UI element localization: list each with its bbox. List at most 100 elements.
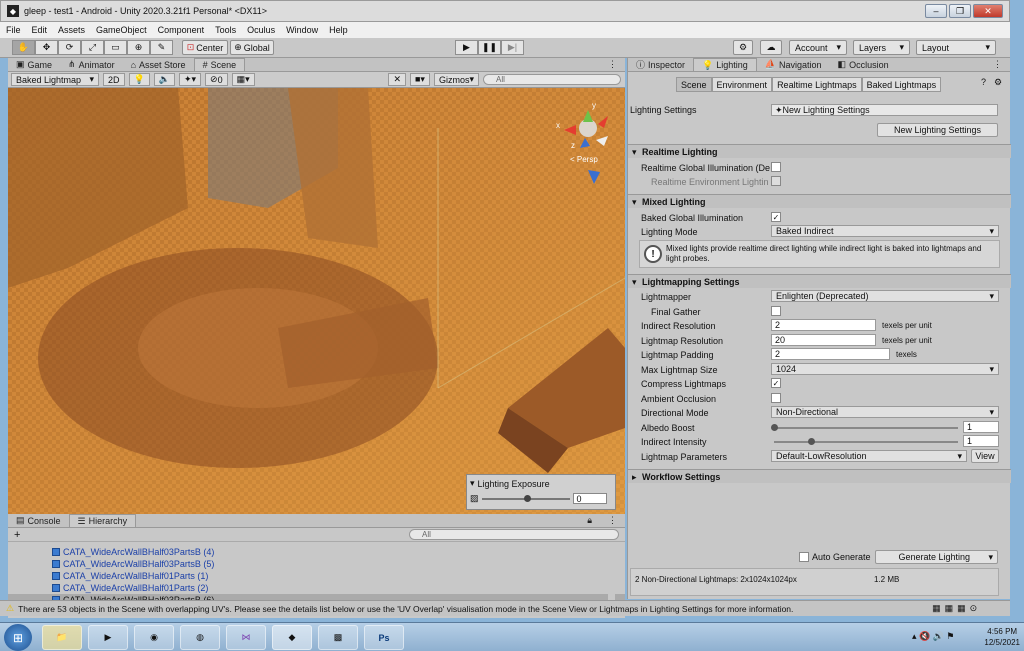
status-icon-1[interactable]: ▦ xyxy=(932,603,941,614)
list-item[interactable]: CATA_WideArcWallBHalf03PartsB (4) xyxy=(8,546,625,558)
compress-lightmaps-checkbox[interactable]: ✓ xyxy=(771,378,781,388)
cloud-icon[interactable]: ☁ xyxy=(760,40,782,55)
menu-component[interactable]: Component xyxy=(158,25,205,35)
albedo-boost-slider[interactable] xyxy=(774,427,958,429)
realtime-gi-checkbox[interactable] xyxy=(771,162,781,172)
unity-taskbar-icon[interactable]: ◆ xyxy=(272,625,312,650)
space-toggle[interactable]: ⊕ Global xyxy=(230,40,274,55)
indirect-intensity-knob[interactable] xyxy=(807,438,815,445)
auto-generate-checkbox[interactable] xyxy=(799,552,809,562)
scene-search-input[interactable]: All xyxy=(483,74,621,85)
maximize-button[interactable]: ❐ xyxy=(949,4,971,18)
section-workflow-settings[interactable]: ▸ Workflow Settings xyxy=(628,469,1011,483)
section-mixed-lighting[interactable]: ▾ Mixed Lighting xyxy=(628,194,1011,208)
media-player-icon[interactable]: ▶ xyxy=(88,625,128,650)
add-button[interactable]: + xyxy=(14,529,20,541)
exposure-slider[interactable] xyxy=(481,494,570,502)
move-tool-icon[interactable]: ✥ xyxy=(35,40,58,55)
grid-toggle-icon[interactable]: ▦▾ xyxy=(231,73,255,86)
tab-console[interactable]: ▤ Console xyxy=(8,514,69,527)
panel-menu-icon[interactable]: ⋮ xyxy=(985,58,1010,71)
close-button[interactable]: ✕ xyxy=(973,4,1003,18)
tab-inspector[interactable]: ⓘ Inspector xyxy=(628,58,693,71)
albedo-boost-field[interactable]: 1 xyxy=(963,421,999,433)
lightmap-padding-field[interactable]: 2 xyxy=(771,348,890,360)
tray-icons[interactable]: ▴ 🔇 🔊 ⚑ xyxy=(912,631,955,642)
lightmap-resolution-field[interactable]: 20 xyxy=(771,334,876,346)
realtime-env-checkbox[interactable] xyxy=(771,176,781,186)
list-item[interactable]: CATA_WideArcWallBHalf03PartsB (5) xyxy=(8,558,625,570)
tab-game[interactable]: ▣ Game xyxy=(8,58,60,71)
photo-viewer-icon[interactable]: ▩ xyxy=(318,625,358,650)
layout-dropdown[interactable]: Layout ▾ xyxy=(916,40,996,55)
panel-menu-icon[interactable]: ⋮ xyxy=(600,514,625,527)
gizmos-dropdown[interactable]: Gizmos ▾ xyxy=(433,73,479,86)
section-realtime-lighting[interactable]: ▾ Realtime Lighting xyxy=(628,144,1011,158)
account-dropdown[interactable]: Account ▾ xyxy=(789,40,847,55)
indirect-intensity-slider[interactable] xyxy=(774,441,958,443)
menu-help[interactable]: Help xyxy=(329,25,348,35)
scene-view[interactable]: y x z < Persp ▾ Lighting Exposure ▨ 0 xyxy=(8,88,625,514)
rect-tool-icon[interactable]: ▭ xyxy=(104,40,127,55)
hand-tool-icon[interactable]: ✋ xyxy=(12,40,35,55)
settings-icon[interactable]: ⚙ xyxy=(994,77,1002,88)
max-lightmap-size-dropdown[interactable]: 1024 ▾ xyxy=(771,363,999,375)
view-parameters-button[interactable]: View xyxy=(971,449,999,463)
panel-menu-icon[interactable]: ⋮ xyxy=(600,58,625,71)
menu-oculus[interactable]: Oculus xyxy=(247,25,275,35)
collab-icon[interactable]: ⚙ xyxy=(733,40,753,55)
help-icon[interactable]: ? xyxy=(981,77,986,87)
pause-button[interactable]: ❚❚ xyxy=(478,40,501,55)
menu-window[interactable]: Window xyxy=(286,25,318,35)
hierarchy-scrollbar[interactable] xyxy=(608,544,615,604)
step-button[interactable]: ▶| xyxy=(501,40,524,55)
rotate-tool-icon[interactable]: ⟳ xyxy=(58,40,81,55)
status-icon-2[interactable]: ▦ xyxy=(945,603,954,614)
final-gather-checkbox[interactable] xyxy=(771,306,781,316)
menu-tools[interactable]: Tools xyxy=(215,25,236,35)
status-bar[interactable]: ⚠ There are 53 objects in the Scene with… xyxy=(0,600,1010,616)
lighting-mode-dropdown[interactable]: Baked Indirect ▾ xyxy=(771,225,999,237)
tab-hierarchy[interactable]: ☰ Hierarchy xyxy=(68,514,137,527)
pivot-toggle[interactable]: ⊡ Center xyxy=(182,40,228,55)
indirect-intensity-field[interactable]: 1 xyxy=(963,435,999,447)
2d-toggle[interactable]: 2D xyxy=(103,73,125,86)
chrome-icon[interactable]: ◉ xyxy=(134,625,174,650)
menu-gameobject[interactable]: GameObject xyxy=(96,25,147,35)
lightmapper-dropdown[interactable]: Enlighten (Deprecated) ▾ xyxy=(771,290,999,302)
exposure-slider-knob[interactable] xyxy=(523,494,531,502)
explorer-icon[interactable]: 📁 xyxy=(42,625,82,650)
menu-assets[interactable]: Assets xyxy=(58,25,85,35)
shading-mode-dropdown[interactable]: Baked Lightmap ▾ xyxy=(11,73,99,86)
list-item[interactable]: CATA_WideArcWallBHalf01Parts (1) xyxy=(8,570,625,582)
baked-gi-checkbox[interactable]: ✓ xyxy=(771,212,781,222)
status-icon-4[interactable]: ⊙ xyxy=(970,603,978,614)
subtab-scene[interactable]: Scene xyxy=(676,77,712,92)
new-lighting-settings-button[interactable]: New Lighting Settings xyxy=(877,123,998,137)
generate-lighting-button[interactable]: Generate Lighting ▾ xyxy=(875,550,998,564)
subtab-environment[interactable]: Environment xyxy=(711,77,773,92)
play-button[interactable]: ▶ xyxy=(455,40,478,55)
clock[interactable]: 4:56 PM 12/5/2021 xyxy=(984,626,1020,648)
tools-icon[interactable]: ✕ xyxy=(388,73,406,86)
firefox-icon[interactable]: ◍ xyxy=(180,625,220,650)
minimize-button[interactable]: – xyxy=(925,4,947,18)
albedo-boost-knob[interactable] xyxy=(771,424,778,431)
tab-occlusion[interactable]: ◧ Occlusion xyxy=(830,58,897,71)
hidden-objects-toggle[interactable]: ⊘ 0 xyxy=(205,73,228,86)
tab-lighting[interactable]: 💡 Lighting xyxy=(693,58,757,71)
menu-edit[interactable]: Edit xyxy=(32,25,48,35)
tab-scene[interactable]: # Scene xyxy=(193,58,246,71)
chevron-down-icon[interactable]: ▾ xyxy=(470,478,475,489)
start-button[interactable]: ⊞ xyxy=(4,624,32,651)
layers-dropdown[interactable]: Layers ▾ xyxy=(853,40,910,55)
exposure-value-field[interactable]: 0 xyxy=(572,493,607,504)
photoshop-icon[interactable]: Ps xyxy=(364,625,404,650)
subtab-realtime-lightmaps[interactable]: Realtime Lightmaps xyxy=(772,77,862,92)
hierarchy-search-input[interactable]: All xyxy=(409,529,619,540)
audio-toggle-icon[interactable]: 🔈 xyxy=(153,73,175,86)
transform-tool-icon[interactable]: ⊕ xyxy=(127,40,150,55)
subtab-baked-lightmaps[interactable]: Baked Lightmaps xyxy=(861,77,942,92)
section-lightmapping-settings[interactable]: ▾ Lightmapping Settings xyxy=(628,274,1011,288)
camera-icon[interactable]: ■▾ xyxy=(409,73,430,86)
